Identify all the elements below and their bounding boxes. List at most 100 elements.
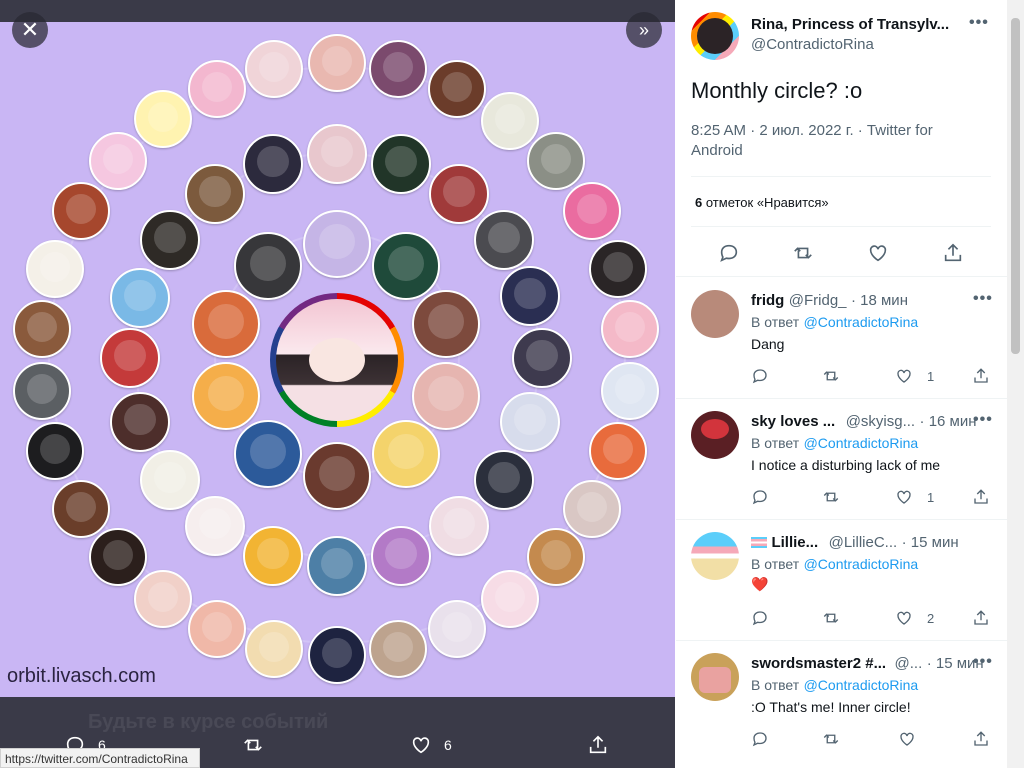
reply-to-label: В ответ [751,314,800,330]
orbit-avatar [234,232,302,300]
scrollbar[interactable] [1007,0,1024,768]
reply-author-name[interactable]: sky loves ... [751,413,835,430]
center-avatar-art [276,299,398,421]
reply-avatar[interactable] [691,532,739,580]
retweet-icon [823,371,839,381]
orbit-avatar [188,600,246,658]
orbit-image[interactable]: orbit.livasch.com [0,22,675,697]
share-icon [974,489,988,504]
reply-author-name[interactable]: fridg [751,292,784,309]
divider [676,276,1007,277]
tweet-share-button[interactable] [942,242,964,264]
reply-text: ❤️ [751,576,769,592]
heart-icon [897,611,911,625]
reply-author-handle[interactable]: @skyisg... [846,413,915,430]
reply-like-button[interactable]: 1 [895,367,934,385]
reply-text: Dang [751,336,785,352]
expand-panel-button[interactable]: » [626,12,662,48]
heart-icon [900,732,914,746]
faint-banner-text: Будьте в курсе событий [88,711,329,733]
reply-to-label: В ответ [751,556,800,572]
reply-reply-button[interactable] [751,730,769,748]
orbit-avatar [500,266,560,326]
orbit-avatar [243,526,303,586]
share-action[interactable] [587,734,609,756]
orbit-avatar [428,60,486,118]
reply-share-button[interactable] [972,609,990,627]
reply-like-count: 2 [927,610,935,626]
orbit-avatar [89,132,147,190]
orbit-avatar [527,528,585,586]
reply-reply-button[interactable] [751,488,769,506]
orbit-avatar [428,600,486,658]
reply-to-link[interactable]: @ContradictoRina [804,435,919,451]
reply-avatar[interactable] [691,290,739,338]
reply-author-name[interactable]: Lillie... [771,534,818,551]
reply-avatar[interactable] [691,653,739,701]
reply-to-link[interactable]: @ContradictoRina [804,677,919,693]
reply-like-button[interactable]: 2 [895,609,934,627]
reply-to-link[interactable]: @ContradictoRina [804,556,919,572]
trans-flag-icon [751,537,767,549]
reply-share-button[interactable] [972,730,990,748]
close-button[interactable]: ✕ [12,12,48,48]
author-handle[interactable]: @ContradictoRina [751,36,874,53]
reply-reply-button[interactable] [751,367,769,385]
orbit-avatar [308,34,366,92]
reply-retweet-button[interactable] [822,730,840,748]
likes-summary[interactable]: 6 отметок «Нравится» [695,195,829,210]
orbit-avatar [369,620,427,678]
reply-like-count: 1 [927,368,935,384]
reply-icon [752,369,767,384]
orbit-avatar [481,570,539,628]
image-watermark: orbit.livasch.com [7,665,156,687]
more-options-icon[interactable]: ••• [973,290,993,308]
retweet-action[interactable] [242,734,264,756]
orbit-avatar [52,182,110,240]
tweet-reply-button[interactable] [718,242,740,264]
orbit-avatar [589,240,647,298]
orbit-avatar [192,290,260,358]
like-count: 6 [444,737,452,753]
more-options-icon[interactable]: ••• [973,411,993,429]
reply-author-name[interactable]: swordsmaster2 #... [751,655,886,672]
orbit-avatar [500,392,560,452]
tweet-meta: 8:25 AM · 2 июл. 2022 г. · Twitter for A… [691,122,933,159]
reply-to-link[interactable]: @ContradictoRina [804,314,919,330]
reply-share-button[interactable] [972,488,990,506]
orbit-avatar [52,480,110,538]
reply-text: :O That's me! Inner circle! [751,699,911,715]
reply-retweet-button[interactable] [822,609,840,627]
tweet-retweet-button[interactable] [792,242,814,264]
reply-share-button[interactable] [972,367,990,385]
divider [691,226,991,227]
reply-like-button[interactable] [898,730,916,748]
reply-reply-button[interactable] [751,609,769,627]
reply-author-handle[interactable]: @Fridg_ [789,292,847,309]
like-action[interactable]: 6 [410,734,452,756]
reply-retweet-button[interactable] [822,488,840,506]
reply-author-handle[interactable]: @LillieC... [829,534,898,551]
more-options-icon[interactable]: ••• [969,14,989,32]
orbit-avatar [185,496,245,556]
orbit-avatar [245,620,303,678]
reply-icon [752,611,767,626]
reply-time[interactable]: · 15 мин [902,534,959,551]
orbit-avatar [429,164,489,224]
author-avatar[interactable] [691,12,739,60]
reply-time[interactable]: · 18 мин [851,292,908,309]
author-name[interactable]: Rina, Princess of Transylv... [751,16,951,33]
orbit-avatar [474,210,534,270]
reply-like-button[interactable]: 1 [895,488,934,506]
scrollbar-thumb[interactable] [1011,18,1020,354]
reply-avatar[interactable] [691,411,739,459]
orbit-avatar [307,124,367,184]
reply-time[interactable]: · 16 мин [920,413,977,430]
reply-author-handle[interactable]: @... [895,655,923,672]
orbit-avatar [110,268,170,328]
reply-text: I notice a disturbing lack of me [751,457,941,473]
reply-retweet-button[interactable] [822,367,840,385]
orbit-avatar [307,536,367,596]
tweet-like-button[interactable] [867,242,889,264]
more-options-icon[interactable]: ••• [973,653,993,671]
